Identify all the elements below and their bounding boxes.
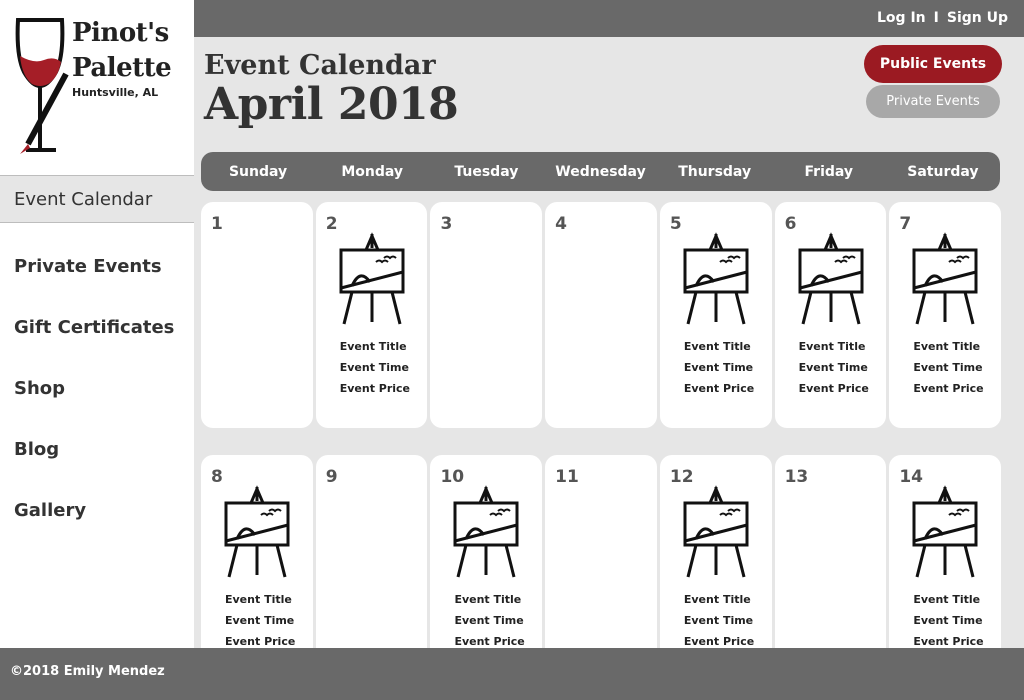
event-time: Event Time [339,361,409,374]
day-number: 13 [784,467,809,487]
auth-links: Log In I Sign Up [877,10,1008,26]
easel-icon [452,485,520,585]
weekday-tuesday: Tuesday [454,163,519,180]
page-subtitle: Event Calendar [204,50,436,81]
weekday-monday: Monday [341,163,404,180]
event-price: Event Price [798,382,869,395]
event-info[interactable]: Event Title Event Time Event Price [340,336,410,399]
weekday-sunday: Sunday [228,163,288,180]
weekday-header: Sunday Monday Tuesday Wednesday Thursday… [201,152,1000,191]
easel-icon [911,485,979,585]
nav-item-blog[interactable]: Blog [0,419,194,480]
page-title: April 2018 [204,79,459,130]
nav-item-gift-certificates[interactable]: Gift Certificates [0,297,194,358]
brand-name: Pinot's Palette [72,16,172,86]
event-price: Event Price [683,382,755,395]
calendar-day-cell[interactable]: 4 [545,202,657,428]
event-title: Event Title [225,593,292,606]
day-number: 10 [440,467,465,487]
nav-item-gallery[interactable]: Gallery [0,480,194,541]
day-number: 8 [211,467,223,487]
signup-link[interactable]: Sign Up [947,10,1008,26]
easel-icon [682,485,750,585]
event-time: Event Time [913,614,983,627]
event-title: Event Title [454,593,522,606]
day-number: 2 [325,214,338,234]
auth-separator: I [933,10,939,26]
sidebar: Pinot's Palette Huntsville, AL Event Cal… [0,0,194,648]
calendar-week: 1 2 Event Title Event Time Event Price 3 4 5 Eve… [201,202,1002,428]
event-time: Event Time [913,361,983,374]
nav-item-private-events[interactable]: Private Events [0,236,194,297]
copyright: ©2018 Emily Mendez [10,664,165,679]
weekday-thursday: Thursday [678,163,752,180]
event-info[interactable]: Event Title Event Time Event Price [684,336,754,399]
event-time: Event Time [798,361,868,374]
event-info[interactable]: Event Title Event Time Event Price [225,589,295,652]
public-events-button[interactable]: Public Events [864,45,1002,83]
event-title: Event Title [798,340,866,353]
nav-item-event-calendar[interactable]: Event Calendar [0,175,194,223]
event-time: Event Time [454,614,524,627]
nav-item-shop[interactable]: Shop [0,358,194,419]
brand-location: Huntsville, AL [72,86,159,99]
login-link[interactable]: Log In [877,10,926,26]
calendar-day-cell[interactable]: 7 Event Title Event Time Event Price [889,202,1002,428]
brand-name-line2: Palette [72,53,172,83]
day-number: 12 [669,467,694,487]
day-number: 3 [440,214,453,234]
event-price: Event Price [913,382,984,395]
calendar-day-cell[interactable]: 6 Event Title Event Time Event Price [774,202,887,428]
day-number: 9 [325,467,338,487]
event-info[interactable]: Event Title Event Time Event Price [913,589,983,652]
page-header: Event Calendar April 2018 [204,50,459,130]
calendar-grid: 1 2 Event Title Event Time Event Price 3 4 5 Eve… [201,202,1002,700]
day-number: 5 [669,214,682,234]
day-number: 11 [555,467,579,487]
weekday-saturday: Saturday [907,163,979,180]
event-time: Event Time [225,614,295,627]
top-bar: Log In I Sign Up [194,0,1024,37]
calendar-day-cell[interactable]: 1 [201,202,313,428]
easel-icon [682,232,750,332]
event-time: Event Time [683,614,754,627]
calendar-day-cell[interactable]: 3 [430,202,543,428]
day-number: 4 [555,214,567,234]
wine-glass-brush-icon [15,18,69,154]
brand-name-line1: Pinot's [72,18,169,48]
footer: ©2018 Emily Mendez [0,648,1024,700]
event-info[interactable]: Event Title Event Time Event Price [684,589,754,652]
logo[interactable]: Pinot's Palette Huntsville, AL [10,14,190,164]
event-title: Event Title [683,593,751,606]
day-number: 1 [211,214,223,234]
event-title: Event Title [339,340,407,353]
day-number: 7 [899,214,912,234]
event-title: Event Title [913,340,981,353]
easel-icon [338,232,406,332]
easel-icon [223,485,291,585]
event-price: Event Price [339,382,411,395]
easel-icon [911,232,979,332]
weekday-wednesday: Wednesday [555,163,646,180]
day-number: 6 [784,214,797,234]
easel-icon [797,232,865,332]
day-number: 14 [899,467,923,487]
weekday-friday: Friday [804,163,854,180]
main-nav: Event Calendar Private Events Gift Certi… [0,175,194,541]
event-time: Event Time [683,361,754,374]
event-info[interactable]: Event Title Event Time Event Price [454,589,524,652]
calendar-day-cell[interactable]: 2 Event Title Event Time Event Price [315,202,428,428]
event-title: Event Title [683,340,751,353]
event-title: Event Title [913,593,981,606]
event-info[interactable]: Event Title Event Time Event Price [913,336,983,399]
calendar-day-cell[interactable]: 5 Event Title Event Time Event Price [659,202,772,428]
event-info[interactable]: Event Title Event Time Event Price [799,336,869,399]
private-events-button[interactable]: Private Events [866,85,1000,118]
